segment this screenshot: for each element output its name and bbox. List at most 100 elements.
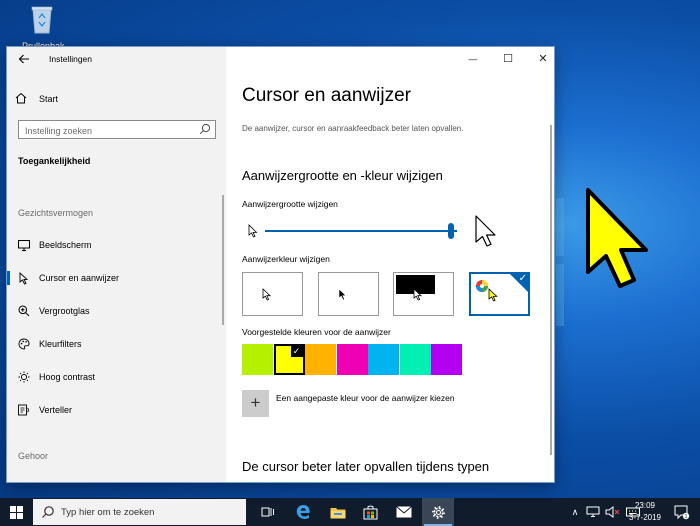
palette-icon [17, 337, 31, 351]
pointer-color-label: Aanwijzerkleur wijzigen [242, 254, 330, 264]
window-title: Instellingen [49, 54, 93, 64]
pointer-size-slider[interactable] [246, 215, 502, 247]
sidebar-item-verteller[interactable]: Verteller [7, 399, 226, 421]
large-yellow-pointer-icon [586, 188, 648, 288]
sidebar-item-label: Hoog contrast [39, 372, 96, 382]
pointer-color-black[interactable] [318, 272, 379, 316]
settings-content: — ☐ ✕ Cursor en aanwijzer De aanwijzer, … [226, 47, 554, 482]
pointer-color-inverted[interactable] [393, 272, 454, 316]
sidebar-item-hoog-contrast[interactable]: Hoog contrast [7, 366, 226, 388]
nav-home-label: Start [39, 94, 59, 104]
maximize-button[interactable]: ☐ [491, 49, 525, 69]
sidebar-group-hearing: Gehoor [18, 451, 49, 461]
taskbar: Typ hier om te zoeken ∧ 23:09 3-7-2019 1 [0, 498, 700, 526]
suggested-color-swatch[interactable] [431, 344, 462, 375]
white-pointer-icon [262, 288, 271, 301]
settings-search-box[interactable] [18, 120, 216, 140]
pointer-icon [17, 271, 31, 285]
section-cursor-typing: De cursor beter later opvallen tijdens t… [242, 459, 490, 474]
search-icon [199, 123, 211, 135]
checkmark-icon: ✓ [290, 346, 303, 357]
taskbar-clock[interactable]: 23:09 3-7-2019 [620, 500, 670, 524]
suggested-colors-label: Voorgestelde kleuren voor de aanwijzer [242, 327, 391, 337]
black-pointer-icon [338, 288, 347, 301]
arrow-left-icon [18, 54, 29, 64]
suggested-color-swatch[interactable] [336, 344, 368, 375]
large-pointer-icon [475, 215, 496, 247]
task-view-icon [261, 507, 274, 517]
task-view-button[interactable] [252, 498, 284, 526]
sidebar-item-vergrootglas[interactable]: Vergrootglas [7, 300, 226, 322]
suggested-color-swatch[interactable] [305, 344, 336, 375]
sidebar-item-label: Beeldscherm [39, 240, 92, 250]
svg-text:1: 1 [685, 514, 688, 520]
color-wheel-icon [476, 280, 488, 292]
narrator-icon [17, 403, 31, 417]
magnifier-icon [17, 304, 31, 318]
slider-track [265, 230, 457, 232]
wallpaper-glow-bottom [556, 264, 564, 326]
sidebar-item-label: Verteller [39, 405, 73, 415]
sidebar-scrollbar[interactable] [222, 195, 224, 325]
settings-taskbar-button[interactable] [422, 498, 454, 526]
network-icon[interactable] [586, 506, 600, 518]
back-button[interactable] [13, 50, 35, 68]
page-description: De aanwijzer, cursor en aanraakfeedback … [242, 124, 464, 133]
volume-muted-icon[interactable] [605, 506, 621, 518]
close-button[interactable]: ✕ [526, 49, 554, 69]
page-title: Cursor en aanwijzer [242, 85, 411, 106]
yellow-pointer-icon [488, 288, 498, 302]
pointer-color-custom[interactable]: ✓ [469, 272, 530, 316]
edge-button[interactable] [287, 498, 319, 526]
file-explorer-button[interactable] [322, 498, 354, 526]
mail-button[interactable] [388, 498, 420, 526]
checkmark-icon: ✓ [518, 273, 527, 284]
edge-icon [296, 505, 310, 519]
store-bag-icon [363, 505, 377, 519]
nav-home[interactable]: Start [15, 90, 58, 108]
sidebar-group-vision: Gezichtsvermogen [18, 208, 94, 218]
home-icon [15, 92, 31, 107]
windows-logo-icon [9, 505, 23, 519]
gear-icon [431, 505, 445, 519]
section-pointer-size-color: Aanwijzergrootte en -kleur wijzigen [242, 168, 443, 183]
sidebar-item-cursor-en-aanwijzer[interactable]: Cursor en aanwijzer [7, 267, 226, 289]
settings-sidebar: Instellingen Start Toegankelijkheid Gezi… [7, 47, 226, 482]
slider-thumb[interactable] [448, 223, 455, 239]
content-scrollbar[interactable] [550, 125, 552, 455]
sidebar-item-beeldscherm[interactable]: Beeldscherm [7, 234, 226, 256]
tray-overflow-chevron[interactable]: ∧ [568, 507, 582, 518]
sidebar-item-label: Vergrootglas [39, 306, 90, 316]
sun-icon [17, 370, 31, 384]
folder-icon [330, 507, 346, 518]
small-pointer-icon [248, 224, 258, 238]
custom-color-label: Een aangepaste kleur voor de aanwijzer k… [276, 393, 455, 403]
start-button[interactable] [0, 498, 32, 526]
pointer-color-white[interactable] [242, 272, 303, 316]
taskbar-search[interactable]: Typ hier om te zoeken [33, 499, 246, 525]
store-button[interactable] [354, 498, 386, 526]
sidebar-item-label: Kleurfilters [39, 339, 82, 349]
recycle-bin-icon [31, 6, 53, 34]
sidebar-item-label: Cursor en aanwijzer [39, 273, 120, 283]
action-center-icon[interactable]: 1 [672, 503, 690, 521]
clock-date: 3-7-2019 [628, 513, 662, 522]
minimize-button[interactable]: — [456, 49, 490, 69]
suggested-color-swatch[interactable] [399, 344, 431, 375]
settings-search-input[interactable] [19, 122, 189, 140]
clock-time: 23:09 [634, 501, 656, 510]
suggested-color-swatch[interactable] [242, 344, 273, 375]
add-custom-color-button[interactable]: + [242, 390, 269, 417]
taskbar-search-placeholder: Typ hier om te zoeken [61, 506, 155, 518]
monitor-icon [17, 238, 31, 252]
sidebar-item-kleurfilters[interactable]: Kleurfilters [7, 333, 226, 355]
suggested-color-swatch[interactable] [368, 344, 399, 375]
settings-window: Instellingen Start Toegankelijkheid Gezi… [7, 47, 554, 482]
sidebar-section-title: Toegankelijkheid [18, 156, 91, 166]
recycle-bin-shortcut[interactable]: Prullenbak [22, 4, 65, 51]
suggested-color-swatch[interactable]: ✓ [273, 344, 305, 375]
pointer-size-label: Aanwijzergrootte wijzigen [242, 199, 338, 209]
search-icon [42, 506, 54, 518]
wallpaper-glow-top [556, 198, 564, 256]
inverted-pointer-icon [413, 288, 422, 301]
